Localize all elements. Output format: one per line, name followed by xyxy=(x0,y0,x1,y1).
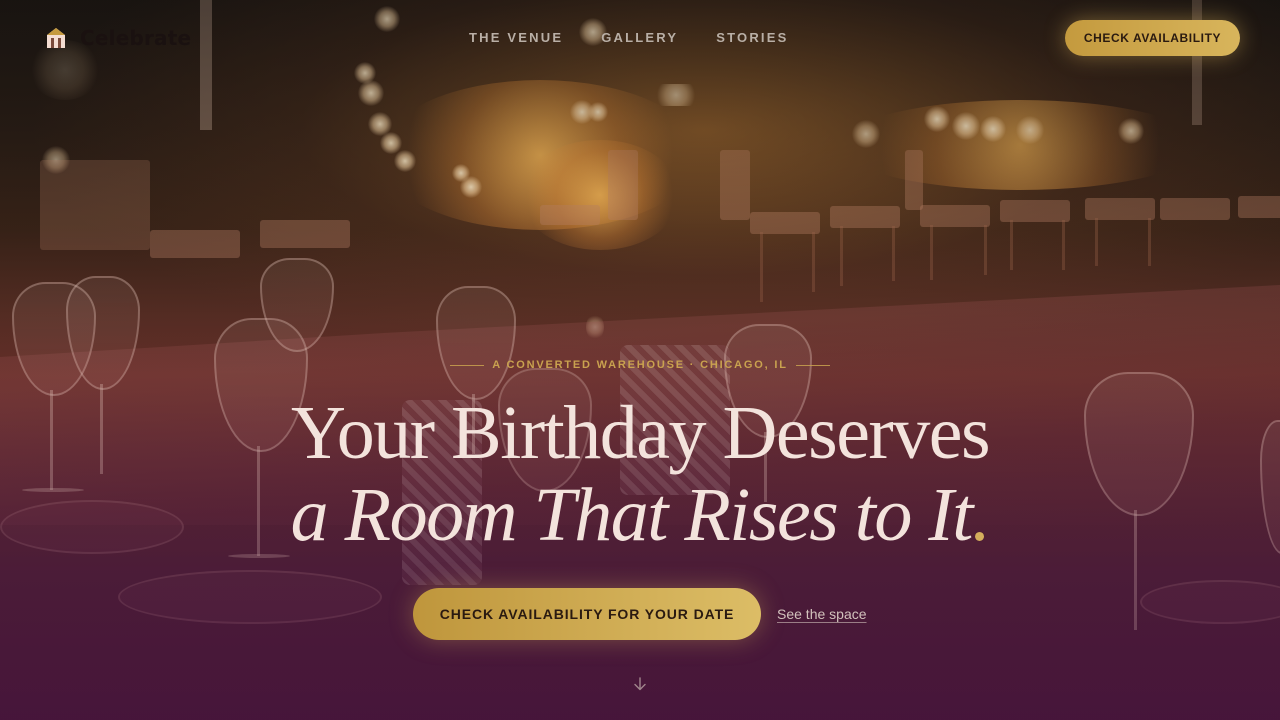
eyebrow-rule-left xyxy=(450,364,485,366)
top-nav: Celebrate THE VENUE GALLERY STORIES CHEC… xyxy=(0,0,1280,76)
nav-link-the-venue[interactable]: THE VENUE xyxy=(469,30,563,46)
eyebrow-rule-right xyxy=(795,364,830,366)
nav-link-stories[interactable]: STORIES xyxy=(716,30,788,46)
headline-period: . xyxy=(971,473,991,557)
check-availability-date-button[interactable]: CHECK AVAILABILITY FOR YOUR DATE xyxy=(413,588,761,640)
arrow-down-icon[interactable] xyxy=(632,676,648,692)
headline-line-1: Your Birthday Deserves xyxy=(290,391,991,475)
eyebrow: A CONVERTED WAREHOUSE · CHICAGO, IL xyxy=(0,359,1280,371)
logo-text: Celebrate xyxy=(80,26,192,50)
nav-link-gallery[interactable]: GALLERY xyxy=(601,30,678,46)
hero-section: Celebrate THE VENUE GALLERY STORIES CHEC… xyxy=(0,0,1280,720)
hero-headline: Your Birthday Deserves a Room That Rises… xyxy=(0,392,1280,556)
check-availability-button[interactable]: CHECK AVAILABILITY xyxy=(1065,20,1240,56)
hero-cta-row: CHECK AVAILABILITY FOR YOUR DATE See the… xyxy=(413,588,867,640)
nav-links: THE VENUE GALLERY STORIES xyxy=(469,30,826,46)
house-icon xyxy=(47,28,65,48)
eyebrow-text: A CONVERTED WAREHOUSE · CHICAGO, IL xyxy=(492,359,788,371)
see-the-space-link[interactable]: See the space xyxy=(777,606,867,622)
logo-link[interactable]: Celebrate xyxy=(46,26,191,50)
headline-line-2: a Room That Rises to It. xyxy=(0,474,1280,556)
headline-line-2-text: a Room That Rises to It xyxy=(290,473,974,557)
